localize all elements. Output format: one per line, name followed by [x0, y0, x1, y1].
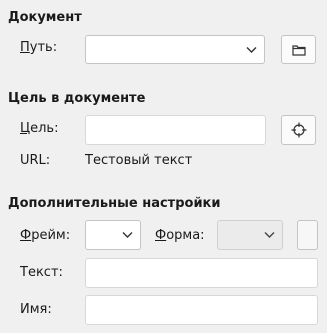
folder-icon	[291, 44, 306, 56]
target-label: Цель:	[20, 121, 58, 136]
form-label-text: орма:	[166, 228, 205, 243]
form-label: Форма:	[155, 228, 205, 243]
frame-label: Фрейм:	[20, 228, 70, 243]
section-title-advanced: Дополнительные настройки	[8, 196, 221, 211]
chevron-down-icon	[264, 232, 275, 238]
events-button[interactable]	[297, 220, 318, 250]
form-combobox[interactable]	[217, 220, 283, 250]
section-title-target: Цель в документе	[8, 91, 146, 106]
path-label-mnemonic: П	[20, 40, 30, 55]
path-label: Путь:	[20, 40, 57, 55]
section-title-document: Документ	[8, 10, 82, 25]
path-combobox[interactable]	[85, 35, 265, 64]
text-label: Текст:	[20, 265, 63, 280]
path-label-text: уть:	[29, 40, 58, 55]
frame-label-mnemonic: Ф	[20, 228, 32, 243]
browse-button[interactable]	[281, 35, 316, 64]
chevron-down-icon	[122, 232, 133, 238]
url-label: URL:	[20, 153, 51, 168]
url-value: Тестовый текст	[85, 153, 193, 168]
name-input[interactable]	[85, 295, 318, 325]
target-label-text: ель:	[30, 121, 59, 136]
target-input[interactable]	[85, 115, 266, 145]
name-label: Имя:	[20, 302, 52, 317]
form-label-mnemonic: Ф	[155, 228, 167, 243]
frame-label-text: рейм:	[31, 228, 71, 243]
chevron-down-icon	[246, 46, 257, 53]
frame-combobox[interactable]	[85, 220, 141, 250]
text-input[interactable]	[85, 258, 318, 288]
crosshair-icon	[291, 122, 306, 138]
target-button[interactable]	[281, 115, 316, 145]
target-label-mnemonic: Ц	[20, 121, 31, 136]
